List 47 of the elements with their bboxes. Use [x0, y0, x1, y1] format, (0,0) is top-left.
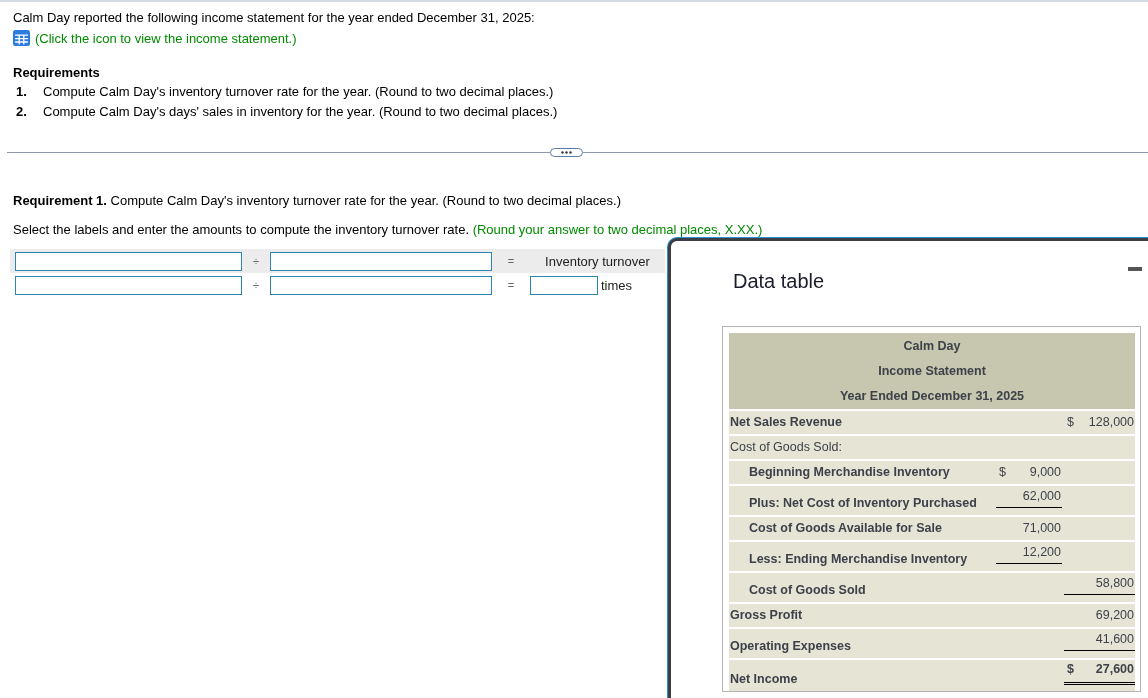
row-label: Cost of Goods Available for Sale [748, 520, 942, 537]
income-statement-link[interactable]: (Click the icon to view the income statement.) [35, 30, 297, 46]
row-label: Cost of Goods Sold [748, 582, 866, 599]
amount-cell-text: $ 9,000 [998, 465, 1062, 481]
equals-sign: = [506, 279, 516, 291]
table-icon[interactable] [13, 30, 30, 46]
row-label: Net Sales Revenue [729, 414, 842, 431]
instruction-text: Select the labels and enter the amounts to compute the inventory turnover rate. [13, 222, 469, 237]
requirements-heading: Requirements [13, 64, 101, 82]
item-number: 2. [15, 103, 28, 121]
row-label: Gross Profit [729, 607, 803, 624]
requirement-text: Compute Calm Day's days' sales in inventory for the year. (Round to two decimal places.) [43, 103, 558, 121]
unit-label: times [601, 277, 633, 293]
amount-field[interactable] [15, 275, 242, 295]
dialog-title: Data table [733, 269, 826, 293]
amount-cell: 62,000 [996, 486, 1062, 508]
equals-sign: = [506, 255, 516, 267]
divide-sign: ÷ [251, 279, 260, 291]
item-number: 1. [15, 83, 28, 101]
hint-text: (Round your answer to two decimal places, X.XX.) [472, 222, 763, 237]
requirement-text: Compute Calm Day's inventory turnover rate for the year. (Round to two decimal places.) [43, 83, 554, 101]
amount-cell: 41,600 [1064, 629, 1135, 651]
amount-cell: $ 27,600 [1064, 660, 1135, 685]
row-label: Operating Expenses [729, 638, 851, 655]
amount-cell-text: 71,000 [1021, 521, 1062, 537]
result-label: Inventory turnover [544, 253, 651, 269]
row-label: Net Income [729, 671, 798, 688]
label-field[interactable] [15, 251, 242, 271]
answer-field[interactable] [530, 275, 598, 295]
row-label: Plus: Net Cost of Inventory Purchased [748, 495, 977, 512]
amount-cell: 58,800 [1064, 573, 1135, 595]
expand-button[interactable] [550, 148, 583, 157]
amount-field[interactable] [270, 275, 492, 295]
row-label: Less: Ending Merchandise Inventory [748, 551, 968, 568]
problem-text: Calm Day reported the following income statement for the year ended December 31, 2025: [13, 9, 536, 27]
row-label: Beginning Merchandise Inventory [748, 464, 950, 481]
more-dots-icon [561, 151, 572, 154]
amount-cell-text: 69,200 [1094, 608, 1135, 624]
statement-title: Income Statement [877, 363, 987, 380]
label-field[interactable] [270, 251, 492, 271]
company-name: Calm Day [902, 338, 962, 355]
amount-cell: 12,200 [996, 542, 1062, 564]
statement-period: Year Ended December 31, 2025 [838, 388, 1026, 405]
row-label: Cost of Goods Sold: [729, 439, 842, 456]
requirement-heading: Requirement 1. Compute Calm Day's inventory turnover rate for the year. (Round to two decimal places.) [13, 192, 622, 210]
amount-cell-text: $ 128,000 [1066, 415, 1135, 431]
divide-sign: ÷ [251, 255, 260, 267]
